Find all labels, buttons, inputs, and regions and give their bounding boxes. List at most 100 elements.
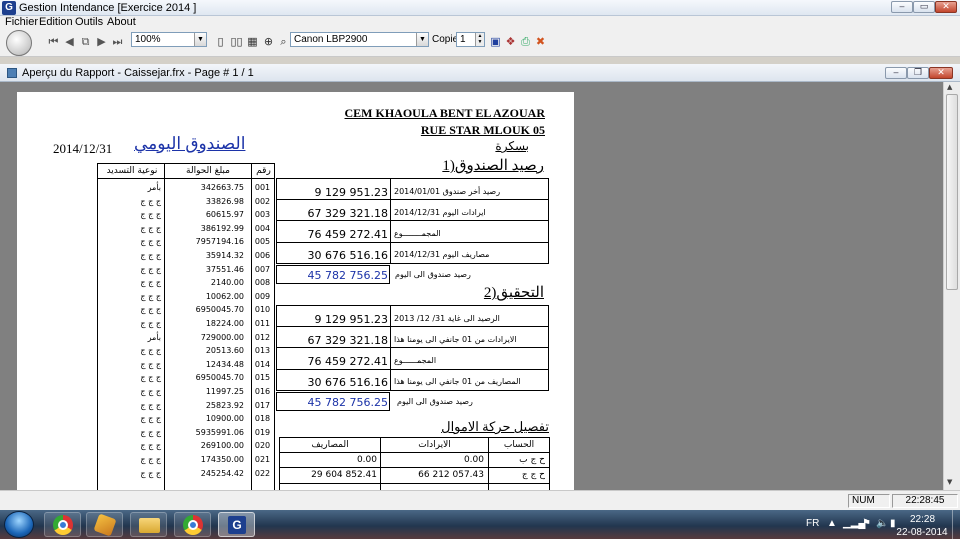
child-restore-button[interactable]: ❐: [907, 67, 929, 79]
zoom-icon[interactable]: ⊕: [261, 34, 276, 49]
clock-date[interactable]: 22-08-2014: [896, 527, 948, 539]
gestion-taskbar-icon[interactable]: G: [218, 512, 255, 537]
payment-type-cell: بأمر: [147, 332, 161, 342]
amount-cell: 245254.42: [200, 468, 244, 478]
minimize-button[interactable]: ‒: [891, 1, 913, 13]
verification-result-label: رصيد صندوق الى اليوم: [397, 397, 473, 406]
scrollbar-thumb[interactable]: [946, 94, 958, 290]
amount-cell: 342663.75: [200, 183, 244, 192]
payment-type-cell: ج ج ج: [140, 196, 161, 206]
report-title: الصندوق اليومي: [134, 134, 246, 153]
page-number-icon[interactable]: ⧉: [78, 34, 93, 49]
number-cell: 003: [254, 210, 271, 220]
scroll-up-icon[interactable]: ▲: [947, 83, 952, 91]
next-page-icon[interactable]: ▶: [94, 34, 109, 49]
amount-cell: 37551.46: [205, 264, 244, 274]
language-indicator[interactable]: FR: [806, 518, 819, 530]
menu-fichier[interactable]: Fichier: [5, 16, 38, 29]
zoom-select[interactable]: 100% ▼: [131, 32, 207, 47]
num-lock-indicator: NUM: [848, 494, 890, 508]
payment-type-cell: ج ج ج: [140, 223, 161, 233]
chevron-down-icon[interactable]: ▼: [194, 33, 206, 46]
menu-bar: Fichier Edition Outils About: [0, 16, 960, 29]
movement-revenue-cell: 0.00: [463, 455, 484, 465]
last-page-icon[interactable]: ⏭: [110, 34, 125, 49]
previous-page-icon[interactable]: ◀: [62, 34, 77, 49]
verification-value: 67 329 321.18: [307, 334, 388, 347]
app-titlebar: G Gestion Intendance [Exercice 2014 ] ‒ …: [0, 0, 960, 16]
movement-expense-cell: 29 604 852.41: [311, 470, 377, 480]
spin-arrows-icon[interactable]: ▲ ▼: [475, 33, 484, 46]
report-page: CEM KHAOULA BENT EL AZOUAR RUE STAR MLOU…: [17, 92, 574, 490]
office-round-button[interactable]: [6, 30, 32, 56]
movement-header-expenses: المصاريف: [311, 440, 349, 450]
battery-icon[interactable]: ▮: [890, 518, 896, 530]
print-icon[interactable]: ⎙: [518, 34, 533, 49]
windows-taskbar: G FR ▲ ▁▂▄ ⚑ 🔈 ▮ 22:28 22-08-2014: [0, 510, 960, 539]
menu-edition[interactable]: Edition: [39, 16, 73, 29]
explorer-taskbar-icon[interactable]: [130, 512, 167, 537]
chrome-taskbar-icon-2[interactable]: [174, 512, 211, 537]
close-preview-icon[interactable]: ✖: [533, 34, 548, 49]
close-button[interactable]: ✕: [935, 1, 957, 13]
scroll-down-icon[interactable]: ▼: [947, 478, 952, 486]
number-cell: 020: [254, 441, 271, 451]
amount-cell: 6950045.70: [195, 305, 244, 315]
child-minimize-button[interactable]: ‒: [885, 67, 907, 79]
number-cell: 016: [254, 387, 271, 396]
payment-type-cell: ج ج ج: [140, 264, 161, 274]
col-header-amount: مبلغ الحوالة: [186, 166, 230, 176]
status-bar: NUM 22:28:45: [0, 490, 960, 510]
show-desktop-button[interactable]: [952, 510, 960, 539]
amount-cell: 60615.97: [205, 210, 244, 220]
balance-label: ايرادات اليوم 2014/12/31: [394, 208, 486, 217]
number-cell: 017: [254, 400, 271, 410]
balance-value: 67 329 321.18: [307, 207, 388, 220]
flag-icon[interactable]: ⚑: [862, 518, 871, 530]
amount-cell: 33826.98: [205, 196, 244, 206]
balance-value: 9 129 951.23: [314, 186, 388, 199]
child-close-button[interactable]: ✕: [929, 67, 953, 79]
save-icon[interactable]: ▣: [488, 34, 503, 49]
amount-cell: 18224.00: [205, 319, 244, 328]
first-page-icon[interactable]: ⏮: [46, 34, 61, 49]
movement-account-cell: ح ج ج: [521, 470, 545, 480]
menu-outils[interactable]: Outils: [75, 16, 103, 29]
balance-result-value: 45 782 756.25: [307, 269, 388, 282]
amount-cell: 20513.60: [205, 346, 244, 356]
export-icon[interactable]: ❖: [503, 34, 518, 49]
number-cell: 011: [254, 319, 271, 328]
printer-select[interactable]: Canon LBP2900 ▼: [290, 32, 429, 47]
number-cell: 019: [254, 427, 271, 437]
number-cell: 022: [254, 468, 271, 478]
single-page-icon[interactable]: ▯: [213, 34, 228, 49]
payment-type-cell: ج ج ج: [140, 291, 161, 301]
amount-cell: 10900.00: [205, 414, 244, 424]
maximize-button[interactable]: ▭: [913, 1, 935, 13]
number-cell: 021: [254, 455, 271, 464]
start-button-icon[interactable]: [4, 511, 34, 538]
vertical-scrollbar[interactable]: ▲ ▼: [943, 82, 960, 490]
number-cell: 004: [254, 223, 271, 233]
copies-input[interactable]: 1 ▲ ▼: [456, 32, 485, 47]
chevron-down-icon[interactable]: ▼: [416, 33, 428, 46]
balance-value: 76 459 272.41: [307, 228, 388, 241]
amount-cell: 174350.00: [200, 455, 244, 464]
chrome-taskbar-icon[interactable]: [44, 512, 81, 537]
amount-cell: 11997.25: [205, 387, 244, 396]
copies-value: 1: [460, 34, 466, 45]
menu-about[interactable]: About: [107, 16, 136, 29]
tray-expand-icon[interactable]: ▲: [827, 518, 837, 530]
multiple-pages-icon[interactable]: ▦: [245, 34, 260, 49]
payment-type-cell: ج ج ج: [140, 400, 161, 410]
payment-type-cell: ج ج ج: [140, 414, 161, 424]
number-cell: 013: [254, 346, 271, 356]
amount-cell: 35914.32: [205, 251, 244, 260]
volume-icon[interactable]: 🔈: [876, 518, 888, 530]
clock-time[interactable]: 22:28: [900, 514, 945, 526]
tools-taskbar-icon[interactable]: [86, 512, 123, 537]
report-window-icon: [7, 68, 17, 78]
find-icon[interactable]: ⌕: [276, 34, 291, 49]
two-pages-icon[interactable]: ▯▯: [229, 34, 244, 49]
verification-label: الايرادات من 01 جانفي الى يومنا هذا: [394, 335, 517, 344]
